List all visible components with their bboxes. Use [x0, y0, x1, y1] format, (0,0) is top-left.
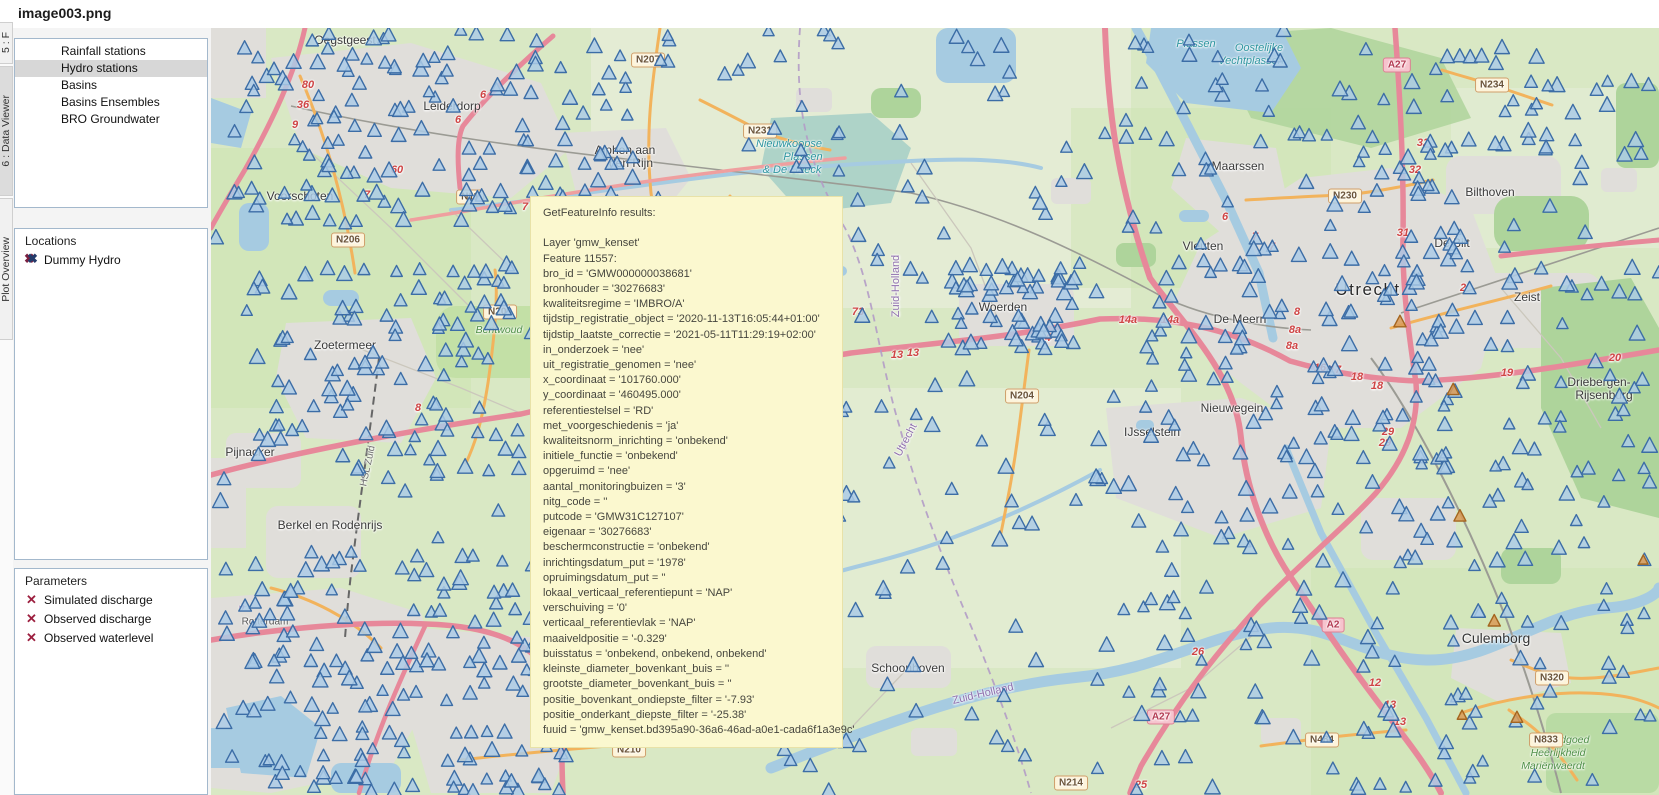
vertical-tab-strip: 5 : F6 : Data ViewerPlot Overview	[0, 28, 13, 795]
popup-line: in_onderzoek = 'nee'	[543, 343, 830, 358]
layer-item-hydro-stations[interactable]: Hydro stations	[15, 60, 207, 77]
location-item-dummy-hydro[interactable]: Dummy Hydro	[15, 250, 207, 269]
popup-line: kwaliteitsregime = 'IMBRO/A'	[543, 297, 830, 312]
popup-line: initiele_functie = 'onbekend'	[543, 449, 830, 464]
popup-line: lokaal_verticaal_referentiepunt = 'NAP'	[543, 586, 830, 601]
popup-line: Feature 11557:	[543, 252, 830, 267]
popup-line: maaiveldpositie = '-0.329'	[543, 632, 830, 647]
parameters-list: ✕Simulated discharge✕Observed discharge✕…	[15, 590, 207, 647]
popup-line: tijdstip_laatste_correctie = '2021-05-11…	[543, 328, 830, 343]
layers-panel: Rainfall stationsHydro stationsBasinsBas…	[14, 38, 208, 208]
popup-line: putcode = 'GMW31C127107'	[543, 510, 830, 525]
popup-line: opgeruimd = 'nee'	[543, 464, 830, 479]
window-title: image003.png	[18, 5, 111, 21]
location-marker-icon	[24, 252, 39, 267]
popup-line: verschuiving = '0'	[543, 601, 830, 616]
popup-line: opruimingsdatum_put = ''	[543, 571, 830, 586]
location-item-label: Dummy Hydro	[44, 253, 121, 267]
application-window: image003.png 5 : F 6 : Data Viewer Plot Ov…	[0, 0, 1659, 795]
popup-line: tijdstip_registratie_object = '2020-11-1…	[543, 312, 830, 327]
popup-line: x_coordinaat = '101760.000'	[543, 373, 830, 388]
layer-item-basins-ensembles[interactable]: Basins Ensembles	[15, 94, 207, 111]
popup-line: positie_onderkant_diepste_filter = '-25.…	[543, 708, 830, 723]
tab-6-data-viewer[interactable]: 6 : Data Viewer	[0, 66, 13, 196]
red-x-icon: ✕	[24, 592, 39, 608]
parameter-item-simulated-discharge[interactable]: ✕ Simulated discharge	[15, 590, 207, 609]
station-markers-layer[interactable]	[211, 28, 1659, 795]
parameter-item-label: Simulated discharge	[44, 593, 153, 607]
tab-5-f[interactable]: 5 : F	[0, 22, 13, 64]
popup-line: met_voorgeschiedenis = 'ja'	[543, 419, 830, 434]
popup-line: aantal_monitoringbuizen = '3'	[543, 480, 830, 495]
popup-line: bro_id = 'GMW000000038681'	[543, 267, 830, 282]
layer-item-basins[interactable]: Basins	[15, 77, 207, 94]
popup-line: y_coordinaat = '460495.000'	[543, 388, 830, 403]
title-bar: image003.png	[0, 0, 1659, 28]
red-x-icon: ✕	[24, 630, 39, 646]
parameter-item-observed-discharge[interactable]: ✕ Observed discharge	[15, 609, 207, 628]
red-x-icon: ✕	[24, 611, 39, 627]
layer-list: Rainfall stationsHydro stationsBasinsBas…	[15, 39, 207, 128]
parameters-header: Parameters	[25, 574, 207, 588]
popup-line: verticaal_referentievlak = 'NAP'	[543, 616, 830, 631]
popup-line: kleinste_diameter_bovenkant_buis = ''	[543, 662, 830, 677]
popup-line: fuuid = 'gmw_kenset.bd395a90-36a6-46ad-a…	[543, 723, 830, 738]
popup-line: buisstatus = 'onbekend, onbekend, onbeke…	[543, 647, 830, 662]
locations-list: Dummy Hydro	[15, 250, 207, 269]
parameter-item-label: Observed waterlevel	[44, 631, 153, 645]
popup-line: GetFeatureInfo results:	[543, 206, 830, 221]
locations-header: Locations	[25, 234, 207, 248]
popup-line: inrichtingsdatum_put = '1978'	[543, 556, 830, 571]
popup-line: referentiestelsel = 'RD'	[543, 404, 830, 419]
parameter-item-observed-waterlevel[interactable]: ✕ Observed waterlevel	[15, 628, 207, 647]
getfeatureinfo-popup: GetFeatureInfo results: Layer 'gmw_kense…	[530, 196, 843, 748]
map-canvas[interactable]: OegstgeestLeiderdorpVoorschotenAlphen aa…	[211, 28, 1659, 795]
popup-line: eigenaar = '30276683'	[543, 525, 830, 540]
popup-line: beschermconstructie = 'onbekend'	[543, 540, 830, 555]
locations-panel: Locations Dummy Hydro	[14, 228, 208, 560]
popup-line: Layer 'gmw_kenset'	[543, 236, 830, 251]
popup-line: bronhouder = '30276683'	[543, 282, 830, 297]
tab-plot-overview[interactable]: Plot Overview	[0, 198, 13, 340]
layer-item-rainfall-stations[interactable]: Rainfall stations	[15, 43, 207, 60]
parameter-item-label: Observed discharge	[44, 612, 151, 626]
popup-line: grootste_diameter_bovenkant_buis = ''	[543, 677, 830, 692]
popup-line: kwaliteitsnorm_inrichting = 'onbekend'	[543, 434, 830, 449]
sidebar: Rainfall stationsHydro stationsBasinsBas…	[13, 28, 211, 795]
popup-line	[543, 221, 830, 236]
parameters-panel: Parameters ✕ Simulated discharge ✕ Observed…	[14, 568, 208, 795]
popup-line: uit_registratie_genomen = 'nee'	[543, 358, 830, 373]
layer-item-bro-groundwater[interactable]: BRO Groundwater	[15, 111, 207, 128]
popup-line: positie_bovenkant_ondiepste_filter = '-7…	[543, 693, 830, 708]
popup-line: nitg_code = ''	[543, 495, 830, 510]
